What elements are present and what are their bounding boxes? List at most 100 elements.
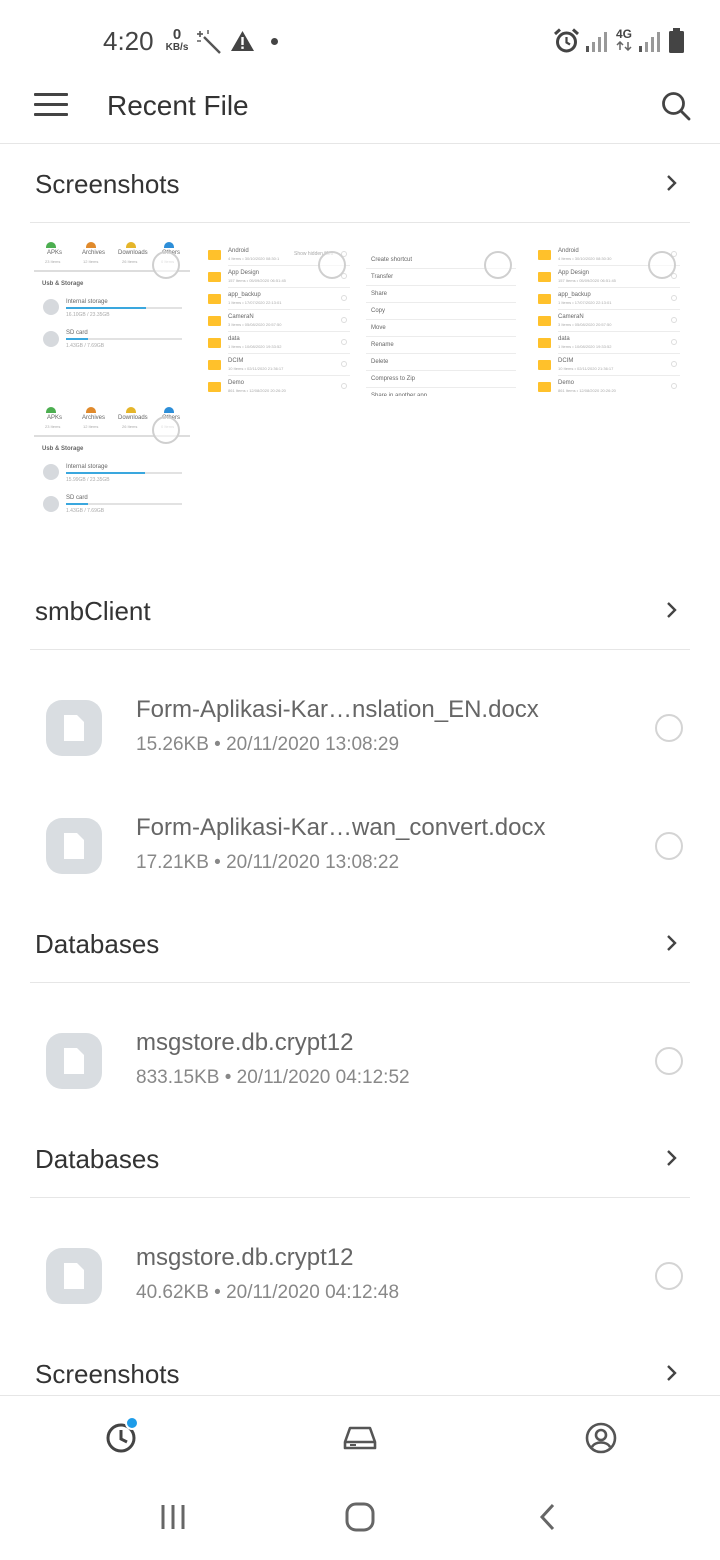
storage-progress-fill <box>66 503 89 505</box>
network-4g-icon: 4G <box>613 28 635 51</box>
thumb-count: 12 Items <box>83 259 99 264</box>
thumb-folder-meta: 3 Items • 05/08/2020 20:57:50 <box>228 322 282 327</box>
folder-icon <box>538 294 551 304</box>
thumb-select-radio <box>341 295 347 301</box>
file-name: Form-Aplikasi-Kar…nslation_EN.docx <box>136 696 539 723</box>
thumb-folder-name: DCIM <box>228 358 244 364</box>
system-navigation-bar <box>0 1480 720 1560</box>
document-icon <box>46 1248 102 1304</box>
folder-icon <box>538 250 551 260</box>
thumb-label: Downloads <box>118 250 148 256</box>
screenshot-thumbnail[interactable]: Show hidden files Android 4 Items • 30/10… <box>200 236 360 396</box>
thumb-folder-meta: 157 Items • 05/09/2020 06:51:45 <box>558 278 616 283</box>
chevron-right-icon[interactable] <box>664 1148 680 1168</box>
select-radio[interactable] <box>648 251 676 279</box>
thumb-select-radio <box>341 317 347 323</box>
thumb-folder-meta: 861 Items • 12/08/2020 20:26:20 <box>228 388 286 393</box>
thumb-folder-name: CameraN <box>228 314 254 320</box>
screenshot-thumbnail[interactable]: APKs Archives Downloads Others 23 Items … <box>34 236 194 396</box>
section-header-smbclient[interactable]: smbClient <box>30 572 690 650</box>
thumb-menu-item: Copy <box>371 308 386 314</box>
document-icon <box>46 1033 102 1089</box>
screenshot-thumbnail[interactable]: APKs Archives Downloads Others 23 Items … <box>34 401 194 561</box>
section-header-screenshots[interactable]: Screenshots <box>30 145 690 223</box>
folder-icon <box>208 338 221 348</box>
account-icon[interactable] <box>583 1420 619 1456</box>
folder-icon <box>208 316 221 326</box>
select-radio[interactable] <box>484 251 512 279</box>
signal-icon <box>586 32 607 52</box>
search-icon[interactable] <box>660 90 692 122</box>
thumb-count: 26 Items <box>122 424 138 429</box>
thumb-internal-label: Internal storage <box>66 299 108 305</box>
recent-apps-icon[interactable] <box>158 1502 188 1532</box>
thumb-select-radio <box>671 361 677 367</box>
status-time: 4:20 <box>103 26 154 56</box>
thumb-select-radio <box>341 361 347 367</box>
thumb-select-radio <box>671 295 677 301</box>
file-row[interactable]: Form-Aplikasi-Kar…nslation_EN.docx 15.26… <box>0 680 720 798</box>
page-title: Recent File <box>107 90 249 121</box>
thumb-folder-name: Android <box>558 248 579 254</box>
thumb-folder-name: data <box>558 336 570 342</box>
thumb-menu-item: Share <box>371 291 388 297</box>
bottom-navigation <box>0 1395 720 1480</box>
thumb-label: Archives <box>82 250 106 256</box>
thumb-sd-label: SD card <box>66 330 88 336</box>
screenshot-thumbnail[interactable]: Create shortcut Transfer Share Copy Move Rena… <box>366 236 526 396</box>
file-row[interactable]: Form-Aplikasi-Kar…wan_convert.docx 17.21… <box>0 798 720 916</box>
thumb-folder-meta: 1 Items • 17/07/2020 22:13:01 <box>228 300 282 305</box>
select-radio[interactable] <box>655 832 683 860</box>
app-bar: Recent File <box>0 80 720 144</box>
section-title: smbClient <box>35 596 151 626</box>
select-radio[interactable] <box>318 251 346 279</box>
thumb-menu-item: Share in another app <box>371 393 428 396</box>
back-icon[interactable] <box>536 1502 560 1532</box>
select-radio[interactable] <box>152 251 180 279</box>
storage-drive-icon[interactable] <box>342 1420 378 1456</box>
select-radio[interactable] <box>655 714 683 742</box>
hamburger-menu-icon[interactable] <box>34 93 68 117</box>
folder-icon <box>208 250 221 260</box>
status-bar: 4:20 0 KB/s 4G <box>0 0 720 80</box>
chevron-right-icon[interactable] <box>664 1363 680 1383</box>
folder-icon <box>538 382 551 392</box>
select-radio[interactable] <box>655 1047 683 1075</box>
chevron-right-icon[interactable] <box>664 600 680 620</box>
file-row[interactable]: msgstore.db.crypt12 833.15KB • 20/11/202… <box>0 1013 720 1131</box>
network-speed-value: 0 <box>172 26 182 43</box>
home-icon[interactable] <box>344 1501 376 1533</box>
screenshot-thumbnail[interactable]: Android 4 Items • 30/10/2020 08:30:30 App … <box>530 236 690 396</box>
section-title: Databases <box>35 929 160 959</box>
signal-icon <box>639 32 660 52</box>
storage-progress-fill <box>66 307 147 309</box>
thumb-folder-name: App Design <box>558 270 590 276</box>
thumb-folder-meta: 1 Items • 10/08/2020 19:33:52 <box>558 344 612 349</box>
select-radio[interactable] <box>152 416 180 444</box>
thumb-count: 23 Items <box>45 259 61 264</box>
thumb-storage-title: Usb & Storage <box>42 281 84 287</box>
folder-icon <box>538 316 551 326</box>
file-row[interactable]: msgstore.db.crypt12 40.62KB • 20/11/2020… <box>0 1228 720 1346</box>
dot-icon <box>271 38 278 45</box>
network-speed: 0 KB/s <box>162 26 192 54</box>
chevron-right-icon[interactable] <box>664 173 680 193</box>
document-icon <box>46 700 102 756</box>
chevron-right-icon[interactable] <box>664 933 680 953</box>
folder-icon <box>208 272 221 282</box>
file-name: Form-Aplikasi-Kar…wan_convert.docx <box>136 814 546 841</box>
select-radio[interactable] <box>655 1262 683 1290</box>
thumb-count: 12 Items <box>83 424 99 429</box>
thumb-menu-item: Delete <box>371 359 389 365</box>
network-speed-unit: KB/s <box>165 42 189 53</box>
thumb-select-radio <box>671 317 677 323</box>
thumb-folder-name: data <box>228 336 240 342</box>
thumb-menu-item: Create shortcut <box>371 257 413 263</box>
section-header-databases[interactable]: Databases <box>30 905 690 983</box>
folder-icon <box>538 272 551 282</box>
section-header-databases[interactable]: Databases <box>30 1120 690 1198</box>
file-name: msgstore.db.crypt12 <box>136 1029 354 1056</box>
thumb-label: Archives <box>82 415 106 421</box>
thumb-folder-meta: 10 Items • 02/11/2020 21:36:17 <box>228 366 284 371</box>
folder-icon <box>538 338 551 348</box>
